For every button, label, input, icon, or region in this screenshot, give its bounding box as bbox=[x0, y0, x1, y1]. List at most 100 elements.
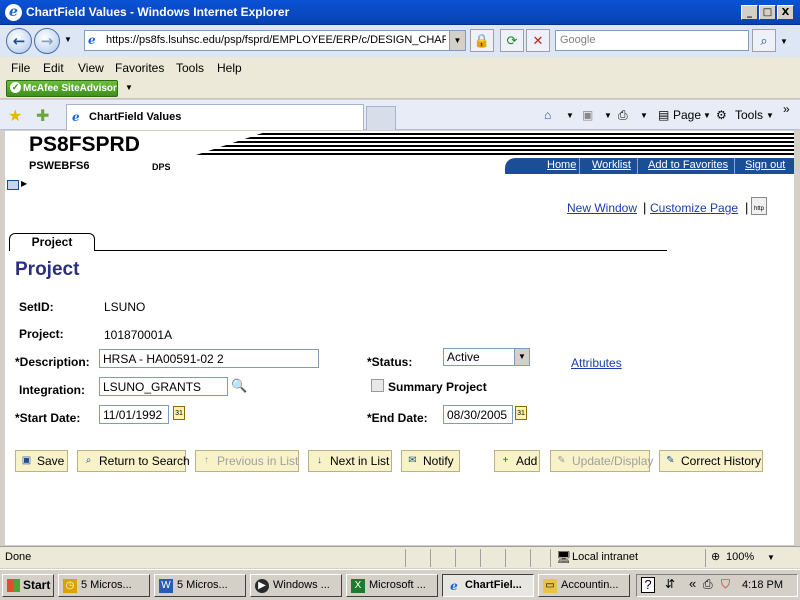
nav-home-link[interactable]: Home bbox=[547, 159, 576, 171]
menu-tools[interactable]: Tools bbox=[176, 61, 204, 75]
lookup-icon[interactable]: 🔍 bbox=[231, 378, 247, 394]
address-url[interactable]: https://ps8fs.lsuhsc.edu/psp/fsprd/EMPLO… bbox=[106, 34, 446, 46]
link-separator: | bbox=[643, 200, 647, 215]
task-label: 5 Micros... bbox=[177, 579, 228, 591]
menu-view[interactable]: View bbox=[78, 61, 104, 75]
feeds-dropdown-icon[interactable]: ▼ bbox=[604, 111, 612, 120]
mcafee-dropdown-icon[interactable]: ▼ bbox=[125, 83, 133, 92]
browser-tab-chartfield[interactable]: e ChartField Values bbox=[66, 104, 364, 130]
refresh-icon[interactable]: ⟳ bbox=[500, 29, 524, 52]
task-word[interactable]: W 5 Micros... bbox=[154, 574, 246, 597]
update-icon: ✎ bbox=[557, 455, 566, 466]
system-tray: ? ⇵ « ⎙ ⛉ 4:18 PM bbox=[636, 574, 798, 597]
menu-file[interactable]: File bbox=[11, 61, 30, 75]
zoom-level[interactable]: 100% bbox=[726, 551, 754, 563]
tray-expand-icon[interactable]: « bbox=[689, 576, 696, 591]
save-button[interactable]: ▣ Save bbox=[15, 450, 68, 472]
chevron-more-icon[interactable]: » bbox=[783, 102, 790, 116]
integration-label: Integration: bbox=[19, 383, 85, 397]
nav-worklist-link[interactable]: Worklist bbox=[592, 159, 631, 171]
start-date-calendar-icon[interactable]: 31 bbox=[173, 406, 185, 420]
database-name: DPS bbox=[152, 162, 171, 172]
search-icon: ⌕ bbox=[85, 455, 92, 466]
add-icon: + bbox=[502, 455, 509, 466]
task-windows-media[interactable]: ▶ Windows ... bbox=[250, 574, 342, 597]
update-display-button[interactable]: ✎ Update/Display bbox=[550, 450, 653, 472]
description-input[interactable]: HRSA - HA00591-02 2 bbox=[99, 349, 319, 368]
expand-arrow-icon[interactable]: ▶ bbox=[21, 179, 27, 188]
add-button[interactable]: + Add bbox=[494, 450, 540, 472]
menu-toggle-icon[interactable] bbox=[7, 180, 19, 190]
status-cell bbox=[405, 549, 406, 567]
feeds-icon[interactable]: ▣ bbox=[582, 108, 593, 122]
print-dropdown-icon[interactable]: ▼ bbox=[640, 111, 648, 120]
menu-help[interactable]: Help bbox=[217, 61, 242, 75]
tools-menu[interactable]: Tools bbox=[735, 108, 763, 122]
page-dropdown-icon[interactable]: ▼ bbox=[703, 111, 711, 120]
start-date-input[interactable]: 11/01/1992 bbox=[99, 405, 169, 424]
previous-in-list-button[interactable]: ↑ Previous in List bbox=[195, 450, 299, 472]
stop-icon[interactable]: ✕ bbox=[526, 29, 550, 52]
lock-icon[interactable]: 🔒 bbox=[470, 29, 494, 52]
end-date-calendar-icon[interactable]: 31 bbox=[515, 406, 527, 420]
search-icon[interactable]: ⌕ bbox=[752, 29, 776, 52]
tools-dropdown-icon[interactable]: ▼ bbox=[766, 111, 774, 120]
attributes-link[interactable]: Attributes bbox=[571, 356, 622, 370]
new-window-link[interactable]: New Window bbox=[567, 201, 637, 215]
nav-signout-link[interactable]: Sign out bbox=[745, 159, 785, 171]
back-button[interactable]: ← bbox=[6, 28, 32, 54]
home-dropdown-icon[interactable]: ▼ bbox=[566, 111, 574, 120]
notify-label: Notify bbox=[423, 454, 454, 468]
new-tab-button[interactable] bbox=[366, 106, 396, 130]
security-zone[interactable]: Local intranet bbox=[572, 551, 638, 563]
http-icon[interactable]: http bbox=[751, 197, 767, 215]
search-input[interactable]: Google bbox=[555, 30, 749, 51]
print-icon[interactable]: ⎙ bbox=[618, 108, 628, 123]
forward-button[interactable]: → bbox=[34, 28, 60, 54]
word-icon: W bbox=[159, 579, 173, 593]
customize-page-link[interactable]: Customize Page bbox=[650, 201, 738, 215]
minimize-button[interactable]: _ bbox=[741, 5, 758, 20]
correct-history-button[interactable]: ✎ Correct History bbox=[659, 450, 763, 472]
notify-button[interactable]: ✉ Notify bbox=[401, 450, 460, 472]
close-button[interactable]: X bbox=[777, 5, 794, 20]
zoom-icon: ⊕ bbox=[711, 551, 721, 563]
task-accounting[interactable]: ▭ Accountin... bbox=[538, 574, 630, 597]
nav-add-favorites-link[interactable]: Add to Favorites bbox=[648, 159, 728, 171]
zoom-dropdown-icon[interactable]: ▼ bbox=[767, 553, 775, 562]
tab-row: ★ ✚ e ChartField Values ⌂ ▼ ▣ ▼ ⎙ ▼ ▤ Pa… bbox=[0, 100, 800, 130]
return-to-search-button[interactable]: ⌕ Return to Search bbox=[77, 450, 190, 472]
help-icon[interactable]: ? bbox=[641, 577, 655, 593]
printer-icon[interactable]: ⎙ bbox=[703, 577, 713, 592]
start-button[interactable]: Start bbox=[2, 574, 54, 597]
next-in-list-button[interactable]: ↓ Next in List bbox=[308, 450, 392, 472]
add-favorite-icon[interactable]: ✚ bbox=[36, 106, 49, 126]
http-label: http bbox=[753, 206, 764, 212]
mcafee-siteadvisor-button[interactable]: ✓ McAfee SiteAdvisor bbox=[6, 80, 118, 97]
menu-favorites[interactable]: Favorites bbox=[115, 61, 164, 75]
home-icon[interactable]: ⌂ bbox=[544, 108, 551, 122]
task-excel[interactable]: X Microsoft ... bbox=[346, 574, 438, 597]
favorites-star-icon[interactable]: ★ bbox=[8, 106, 22, 126]
network-icon[interactable]: ⇵ bbox=[665, 577, 675, 591]
status-select[interactable]: Active ▼ bbox=[443, 348, 530, 366]
title-bar[interactable]: e ChartField Values - Windows Internet E… bbox=[0, 0, 800, 25]
menu-edit[interactable]: Edit bbox=[43, 61, 64, 75]
integration-input[interactable]: LSUNO_GRANTS bbox=[99, 377, 228, 396]
maximize-button[interactable]: □ bbox=[759, 5, 776, 20]
search-options-icon[interactable]: ▼ bbox=[780, 37, 788, 46]
mcafee-shield-icon[interactable]: ⛉ bbox=[721, 577, 730, 592]
task-outlook[interactable]: ◷ 5 Micros... bbox=[58, 574, 150, 597]
status-value: Active bbox=[447, 350, 480, 364]
history-dropdown-icon[interactable]: ▼ bbox=[64, 35, 72, 44]
task-chartfield[interactable]: e ChartFiel... bbox=[442, 574, 534, 597]
intranet-icon: 🖥 bbox=[556, 550, 572, 564]
status-dropdown-icon[interactable]: ▼ bbox=[514, 349, 529, 365]
ie-icon: e bbox=[450, 579, 458, 593]
address-bar[interactable]: e https://ps8fs.lsuhsc.edu/psp/fsprd/EMP… bbox=[84, 30, 466, 51]
end-date-input[interactable]: 08/30/2005 bbox=[443, 405, 513, 424]
summary-project-checkbox[interactable] bbox=[371, 379, 384, 392]
page-menu[interactable]: Page bbox=[673, 108, 701, 122]
address-dropdown-icon[interactable]: ▼ bbox=[449, 31, 465, 50]
tab-project[interactable]: Project bbox=[9, 233, 95, 251]
